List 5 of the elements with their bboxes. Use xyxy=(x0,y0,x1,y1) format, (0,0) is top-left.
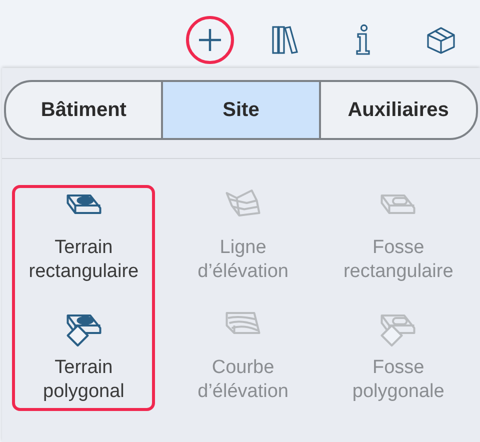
tool-label[interactable]: Terrain polygonal xyxy=(22,356,146,404)
tool-label[interactable]: Terrain rectangulaire xyxy=(22,236,146,284)
tab[interactable]: Site xyxy=(161,82,319,138)
tab[interactable]: Bâtiment xyxy=(6,82,162,138)
tab[interactable]: Auxiliaires xyxy=(318,82,476,138)
